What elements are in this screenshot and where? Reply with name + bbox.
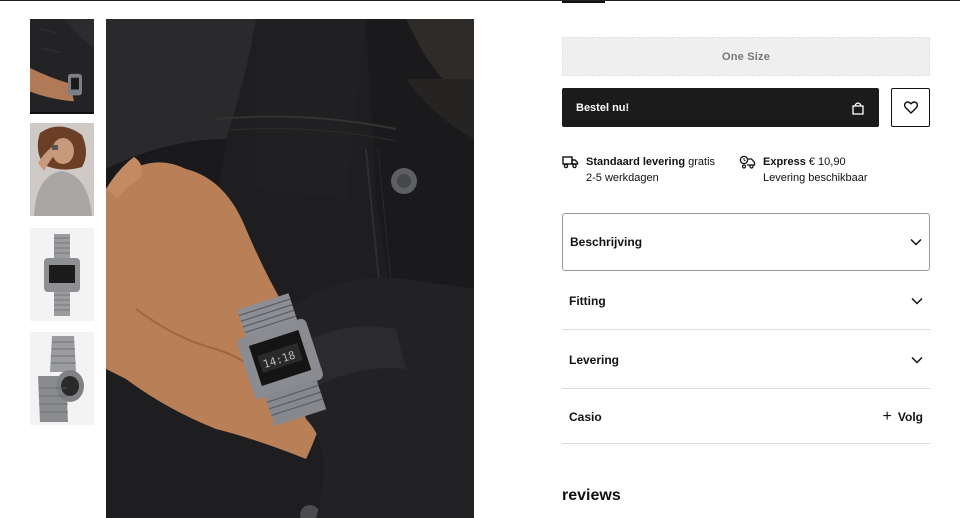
shopping-bag-icon: [852, 101, 864, 115]
follow-brand-button[interactable]: + Volg: [882, 407, 923, 425]
main-product-image[interactable]: 14:18: [106, 19, 474, 518]
size-selector[interactable]: One Size: [562, 37, 930, 76]
accordion-label: Levering: [569, 352, 620, 367]
thumbnail-1[interactable]: [30, 19, 94, 114]
plus-icon: +: [882, 407, 892, 425]
thumbnail-image: [30, 332, 94, 425]
product-photo: 14:18: [106, 19, 474, 518]
wishlist-button[interactable]: [891, 88, 930, 127]
accordion-description[interactable]: Beschrijving: [562, 213, 930, 271]
order-now-button[interactable]: Bestel nu!: [562, 88, 879, 127]
heart-icon: [903, 101, 918, 114]
accordion-label: Beschrijving: [570, 235, 643, 249]
thumbnail-2[interactable]: [30, 123, 94, 216]
truck-icon: [562, 156, 579, 169]
standard-shipping-price: gratis: [688, 156, 716, 168]
chevron-down-icon: [910, 238, 922, 246]
express-shipping-price: € 10,90: [808, 156, 846, 168]
brand-name: Casio: [569, 409, 602, 424]
brand-row: Casio + Volg: [562, 390, 930, 444]
standard-shipping-title: Standaard levering: [586, 156, 686, 168]
express-shipping-detail: Levering beschikbaar: [763, 172, 868, 184]
express-shipping-title: Express: [763, 156, 806, 168]
follow-label: Volg: [897, 409, 923, 424]
accordion-label: Fitting: [569, 293, 606, 308]
standard-shipping-info: Standaard levering gratis 2-5 werkdagen: [562, 154, 715, 186]
chevron-down-icon: [911, 297, 923, 305]
reviews-heading: reviews: [562, 487, 621, 504]
standard-shipping-detail: 2-5 werkdagen: [586, 172, 659, 184]
top-rule: [0, 0, 960, 1]
chevron-down-icon: [911, 356, 923, 364]
size-value: One Size: [721, 50, 771, 63]
thumbnail-3[interactable]: [30, 228, 94, 321]
thumbnail-image: [30, 123, 94, 216]
order-button-label: Bestel nu!: [576, 101, 630, 114]
express-shipping-info: Express € 10,90 Levering beschikbaar: [739, 154, 868, 186]
thumbnail-image: [30, 19, 94, 112]
thumbnail-4[interactable]: [30, 332, 94, 425]
thumbnail-image: [30, 228, 94, 321]
accordion-delivery[interactable]: Levering: [562, 331, 930, 389]
tab-underline: [562, 1, 605, 3]
accordion-fitting[interactable]: Fitting: [562, 272, 930, 330]
express-truck-icon: [739, 155, 756, 169]
